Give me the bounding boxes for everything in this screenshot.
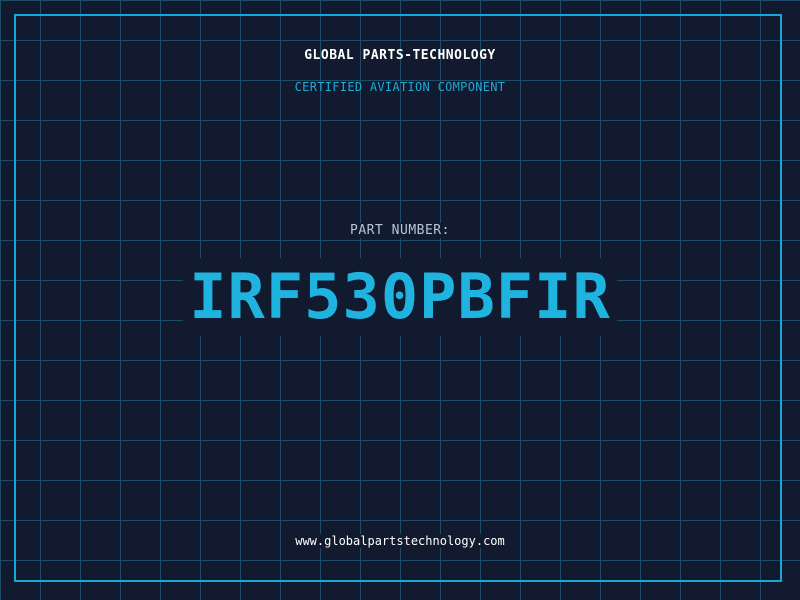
part-number-label: PART NUMBER: (347, 223, 453, 238)
part-label-container: PART NUMBER: (0, 219, 800, 238)
website-container: www.globalpartstechnology.com (0, 530, 800, 549)
part-number-container: IRF530PBFIR (0, 258, 800, 336)
tagline: CERTIFIED AVIATION COMPONENT (294, 80, 506, 94)
website-url: www.globalpartstechnology.com (292, 534, 508, 548)
part-number: IRF530PBFIR (183, 258, 617, 336)
company-name: GLOBAL PARTS-TECHNOLOGY (304, 48, 496, 63)
